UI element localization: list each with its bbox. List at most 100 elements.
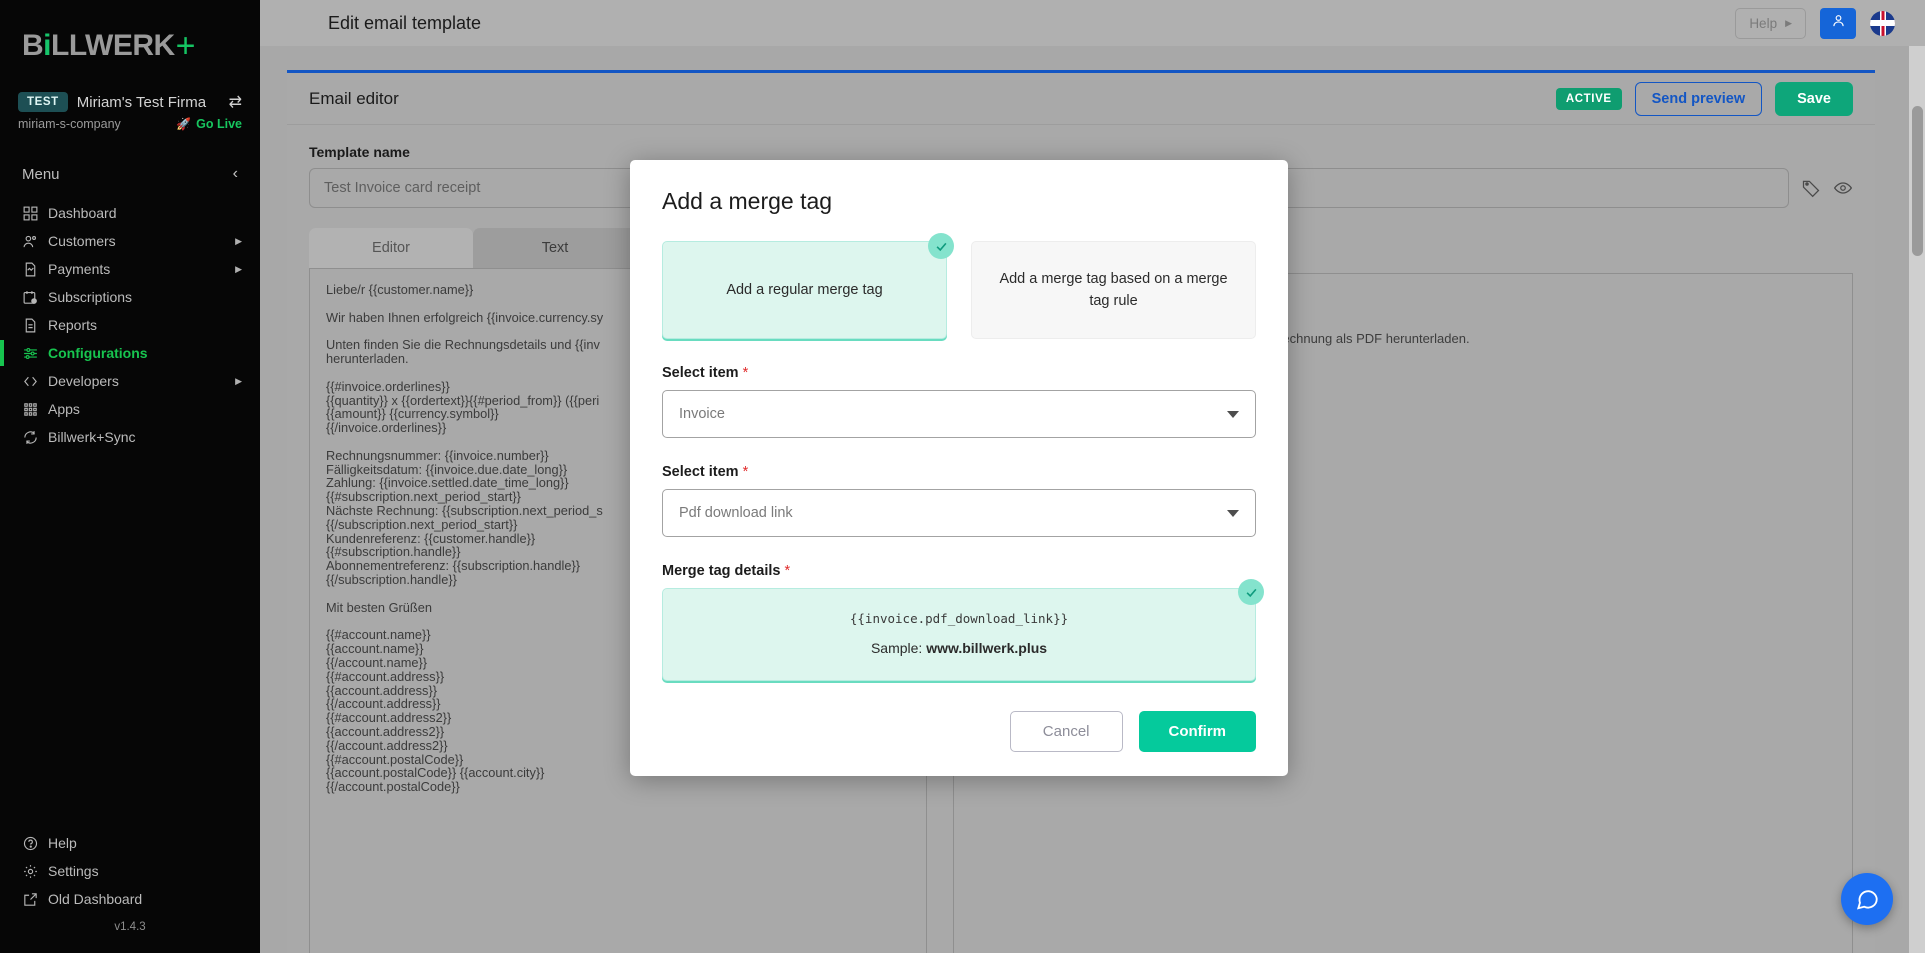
select-item-label-text: Select item: [662, 365, 739, 381]
page-scrollbar[interactable]: [1909, 46, 1925, 953]
brand-name: BiLLWERK: [22, 29, 175, 62]
menu-header: Menu ‹: [0, 147, 260, 193]
sidebar-item-developers[interactable]: Developers ▶: [0, 367, 260, 395]
chevron-down-icon: [1227, 410, 1239, 418]
select-item-dropdown-2[interactable]: Pdf download link: [662, 489, 1256, 537]
code-icon: [22, 373, 48, 390]
check-icon: [928, 233, 954, 259]
sidebar-item-subscriptions[interactable]: Subscriptions: [0, 283, 260, 311]
swap-tenant-icon[interactable]: ⇄: [229, 92, 242, 112]
sidebar-item-apps[interactable]: Apps: [0, 395, 260, 423]
go-live-label: Go Live: [196, 117, 242, 131]
select-item-label-2: Select item *: [662, 464, 1256, 480]
caret-right-icon: ▶: [235, 375, 242, 386]
sidebar-item-customers[interactable]: Customers ▶: [0, 227, 260, 255]
uk-flag-icon[interactable]: [1870, 10, 1895, 36]
question-circle-icon: [22, 835, 48, 852]
cancel-button[interactable]: Cancel: [1009, 711, 1123, 752]
calendar-clock-icon: [22, 289, 48, 306]
chevron-down-icon: [1227, 509, 1239, 517]
confirm-button[interactable]: Confirm: [1138, 711, 1256, 752]
save-button[interactable]: Save: [1775, 81, 1853, 116]
choice-label: Add a regular merge tag: [726, 281, 883, 298]
go-live-button[interactable]: 🚀 Go Live: [176, 117, 242, 131]
sidebar-item-dashboard[interactable]: Dashboard: [0, 199, 260, 227]
help-button[interactable]: Help ▶: [1735, 7, 1806, 39]
merge-tag-code: {{invoice.pdf_download_link}}: [849, 611, 1069, 626]
sidebar-nav: Dashboard Customers ▶ Payments ▶ Subscri…: [0, 199, 260, 451]
people-icon: [22, 233, 48, 250]
grid-icon: [22, 205, 48, 222]
tenant-env-badge: TEST: [18, 92, 68, 112]
tag-icon[interactable]: [1801, 178, 1821, 198]
send-preview-button[interactable]: Send preview: [1634, 81, 1763, 116]
choice-regular-merge-tag[interactable]: Add a regular merge tag: [662, 233, 954, 339]
help-button-label: Help: [1749, 15, 1778, 31]
select-item-dropdown-1[interactable]: Invoice: [662, 390, 1256, 438]
brand-plus: +: [175, 26, 196, 65]
brand-name-rest: LLWERK: [51, 29, 175, 62]
app-version: v1.4.3: [114, 921, 146, 933]
sidebar-item-label: Old Dashboard: [48, 891, 143, 907]
dialog-title: Add a merge tag: [662, 188, 833, 214]
sidebar-item-label: Settings: [48, 863, 99, 879]
select-item-label-1: Select item *: [662, 365, 1256, 381]
merge-tag-sample: Sample: www.billwerk.plus: [683, 640, 1235, 656]
caret-right-icon: ▶: [235, 263, 242, 274]
sidebar-item-label: Apps: [48, 401, 80, 417]
chat-bubble-icon[interactable]: [1841, 873, 1893, 925]
sidebar-item-reports[interactable]: Reports: [0, 311, 260, 339]
select-item-value: Pdf download link: [679, 505, 793, 521]
sidebar-item-configurations[interactable]: Configurations: [0, 339, 260, 367]
choice-label: Add a merge tag based on a merge tag rul…: [999, 270, 1228, 309]
sidebar: BiLLWERK + TEST Miriam's Test Firma ⇄ mir…: [0, 0, 260, 953]
sliders-icon: [22, 345, 48, 362]
sidebar-item-help[interactable]: Help: [0, 829, 260, 857]
status-badge: ACTIVE: [1555, 87, 1622, 110]
menu-label: Menu: [22, 165, 60, 183]
tenant-switcher[interactable]: TEST Miriam's Test Firma ⇄ miriam-s-comp…: [0, 92, 260, 147]
user-account-button[interactable]: [1820, 7, 1856, 39]
required-marker: *: [742, 464, 749, 480]
rocket-icon: 🚀: [176, 117, 192, 131]
sidebar-item-label: Customers: [48, 233, 116, 249]
sidebar-item-label: Help: [48, 835, 77, 851]
panel-actions: ACTIVE Send preview Save: [1555, 81, 1853, 116]
sidebar-item-label: Configurations: [48, 345, 148, 361]
sidebar-item-billwerk-sync[interactable]: Billwerk+Sync: [0, 423, 260, 451]
sync-icon: [22, 429, 48, 446]
select-item-label-text: Select item: [662, 464, 739, 480]
brand-logo[interactable]: BiLLWERK +: [0, 0, 260, 92]
caret-right-icon: ▶: [1785, 17, 1792, 28]
dialog-actions: Cancel Confirm: [662, 711, 1256, 752]
choice-rule-merge-tag[interactable]: Add a merge tag based on a merge tag rul…: [971, 241, 1256, 339]
select-item-value: Invoice: [679, 406, 725, 422]
sidebar-bottom-nav: Help Settings Old Dashboard v1.4.3: [0, 829, 260, 953]
scrollbar-thumb[interactable]: [1912, 106, 1923, 256]
merge-tag-type-choices: Add a regular merge tag Add a merge tag …: [662, 233, 1256, 339]
sidebar-item-label: Billwerk+Sync: [48, 429, 136, 445]
merge-tag-sample-value: www.billwerk.plus: [926, 640, 1048, 656]
sidebar-item-label: Payments: [48, 261, 111, 277]
tab-editor[interactable]: Editor: [309, 228, 473, 268]
user-icon: [1830, 12, 1847, 34]
external-link-icon: [22, 891, 48, 908]
sidebar-item-settings[interactable]: Settings: [0, 857, 260, 885]
sidebar-item-label: Developers: [48, 373, 119, 389]
app-root: BiLLWERK + TEST Miriam's Test Firma ⇄ mir…: [0, 0, 1925, 953]
report-icon: [22, 317, 48, 334]
top-bar-actions: Help ▶: [1735, 7, 1925, 39]
sidebar-item-label: Subscriptions: [48, 289, 133, 305]
merge-tag-details-card[interactable]: {{invoice.pdf_download_link}} Sample: ww…: [662, 579, 1264, 681]
eye-icon[interactable]: [1833, 178, 1853, 198]
sidebar-item-old-dashboard[interactable]: Old Dashboard: [0, 885, 260, 913]
merge-tag-details-label-text: Merge tag details: [662, 563, 781, 579]
document-image-icon: [22, 261, 48, 278]
panel-title: Email editor: [309, 88, 399, 108]
tenant-handle: miriam-s-company: [18, 117, 121, 131]
chevron-left-icon[interactable]: ‹: [233, 165, 238, 183]
sidebar-item-payments[interactable]: Payments ▶: [0, 255, 260, 283]
panel-header: Email editor ACTIVE Send preview Save: [287, 73, 1875, 125]
tab-text[interactable]: Text: [473, 228, 637, 268]
